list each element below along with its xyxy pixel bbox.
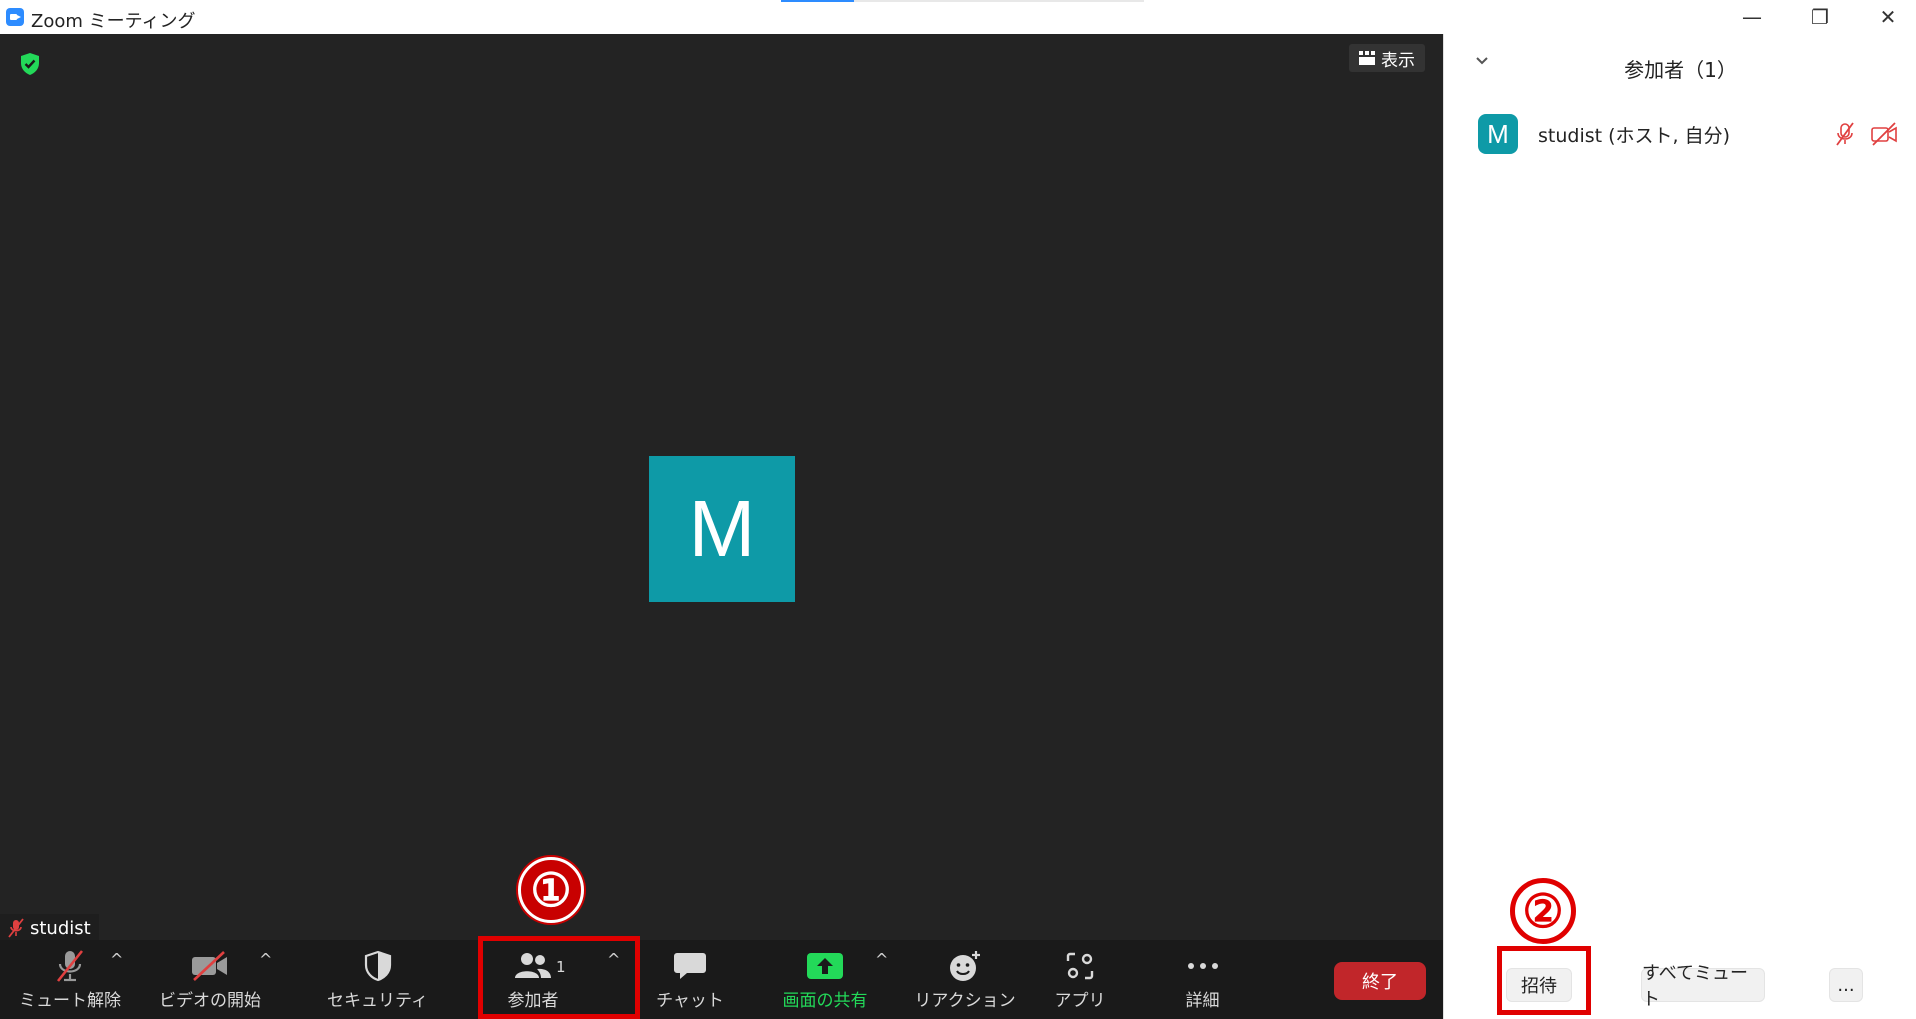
reactions-button[interactable]: リアクション	[914, 940, 1016, 1019]
chat-icon	[674, 953, 706, 979]
minimize-button[interactable]: —	[1720, 0, 1784, 34]
share-screen-label: 画面の共有	[782, 991, 868, 1011]
security-label: セキュリティ	[327, 991, 428, 1011]
title-bar: Zoom ミーティング — ❐ ✕	[0, 0, 1916, 34]
close-window-button[interactable]: ✕	[1856, 0, 1916, 34]
close-icon: ✕	[1879, 5, 1897, 29]
audio-options-caret[interactable]: ^	[110, 950, 123, 969]
shield-icon	[364, 950, 391, 982]
participants-panel: 参加者（1） M studist (ホスト, 自分) 招待 すべてミュート ..…	[1443, 34, 1916, 1019]
participant-name: studist (ホスト, 自分)	[1538, 124, 1731, 147]
view-label: 表示	[1381, 50, 1415, 71]
encryption-shield-icon[interactable]	[19, 52, 41, 76]
participant-video-avatar: M	[649, 456, 795, 602]
video-options-caret[interactable]: ^	[259, 950, 272, 969]
share-options-caret[interactable]: ^	[875, 950, 888, 969]
title-indicator	[781, 0, 854, 2]
start-video-label: ビデオの開始	[159, 991, 261, 1011]
participant-name-tag: studist	[0, 914, 99, 942]
zoom-logo-icon	[6, 8, 24, 26]
step-1-marker: ①	[518, 857, 584, 923]
title-indicator-track	[854, 0, 1144, 2]
mute-all-button[interactable]: すべてミュート	[1641, 963, 1765, 1010]
muted-mic-icon	[1836, 122, 1854, 146]
muted-mic-icon	[8, 918, 24, 938]
more-dots-icon	[1187, 963, 1218, 969]
video-area: 表示 M studist	[0, 34, 1443, 942]
reaction-smiley-icon	[950, 951, 980, 981]
more-button[interactable]: 詳細	[1165, 940, 1240, 1019]
avatar: M	[1478, 114, 1518, 154]
video-off-icon	[192, 951, 227, 981]
start-video-button[interactable]: ビデオの開始	[155, 940, 265, 1019]
grid-icon	[1359, 51, 1375, 65]
step-2-marker: ②	[1510, 878, 1576, 944]
participant-name-label: studist	[30, 917, 91, 939]
share-screen-button[interactable]: 画面の共有	[775, 940, 875, 1019]
restore-icon: ❐	[1811, 5, 1829, 29]
security-button[interactable]: セキュリティ	[325, 940, 430, 1019]
participants-highlight-box	[478, 936, 640, 1019]
minimize-icon: —	[1742, 5, 1762, 29]
participant-status-icons	[1834, 122, 1898, 146]
invite-highlight-box	[1497, 946, 1591, 1015]
unmute-label: ミュート解除	[19, 991, 121, 1011]
chat-label: チャット	[656, 991, 724, 1011]
panel-title: 参加者（1）	[1624, 58, 1737, 82]
end-meeting-button[interactable]: 終了	[1334, 962, 1426, 1000]
chat-button[interactable]: チャット	[650, 940, 730, 1019]
reactions-label: リアクション	[914, 991, 1016, 1011]
apps-button[interactable]: アプリ	[1045, 940, 1115, 1019]
more-label: 詳細	[1185, 991, 1220, 1011]
video-off-icon	[1871, 122, 1897, 146]
participant-row[interactable]: M studist (ホスト, 自分)	[1478, 114, 1898, 154]
restore-button[interactable]: ❐	[1788, 0, 1852, 34]
apps-icon	[1066, 952, 1094, 980]
view-button[interactable]: 表示	[1349, 44, 1425, 72]
muted-mic-icon	[56, 950, 84, 982]
apps-label: アプリ	[1054, 991, 1106, 1011]
panel-more-button[interactable]: ...	[1829, 968, 1863, 1002]
share-screen-icon	[807, 953, 843, 979]
unmute-button[interactable]: ミュート解除	[19, 940, 121, 1019]
meeting-toolbar: ミュート解除 ^ ビデオの開始 ^ セキュリティ 参加者 1 ^ チャット 画面…	[0, 940, 1443, 1019]
window-title: Zoom ミーティング	[31, 11, 196, 32]
